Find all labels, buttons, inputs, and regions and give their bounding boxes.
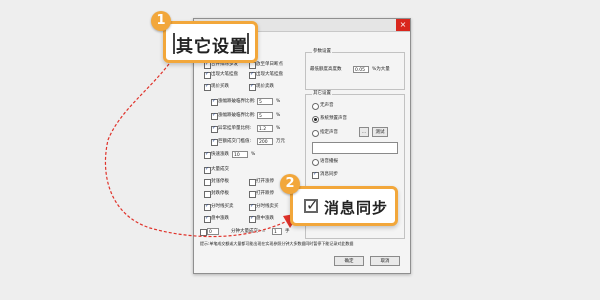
param-input[interactable]: 5 — [257, 112, 273, 119]
checkbox-param1[interactable] — [211, 99, 218, 106]
sound-path-field[interactable] — [312, 142, 398, 154]
checkbox-open-limit-down[interactable] — [249, 191, 256, 198]
param-input[interactable]: 200 — [257, 138, 273, 145]
ok-button[interactable]: 确定 — [334, 256, 364, 266]
divider — [173, 33, 175, 54]
option-label: 封跌停板 — [211, 191, 229, 196]
volume-unit: 手 — [285, 229, 290, 234]
option-label: 出现大笔挂盘 — [211, 72, 238, 77]
test-button[interactable]: 测试 — [372, 127, 388, 137]
checkbox-icon: ✓ — [304, 196, 319, 214]
minute-input[interactable]: 0 — [207, 228, 219, 235]
radio-label: 系统预置声音 — [320, 116, 347, 121]
radio-label: 指定声音 — [320, 130, 338, 135]
group-title: 参数设置 — [312, 49, 332, 55]
checkbox-sync[interactable] — [312, 172, 319, 179]
param-unit: % — [276, 113, 281, 118]
option-label: 现价卖跌 — [256, 84, 274, 89]
option-label: 盘中涨跌 — [256, 216, 274, 221]
checkbox-big-order-1[interactable] — [204, 72, 211, 79]
option-label: 封涨停板 — [211, 179, 229, 184]
radio-label: 无声音 — [320, 103, 334, 108]
checkbox-big-order-2[interactable] — [249, 72, 256, 79]
checkbox-open-limit-up[interactable] — [249, 179, 256, 186]
checkbox-midday-1[interactable] — [204, 216, 211, 223]
threshold-unit: %为大量 — [372, 67, 390, 72]
browse-button[interactable]: ... — [359, 127, 369, 137]
checkbox-limit-up[interactable] — [204, 179, 211, 186]
param-unit: % — [276, 126, 281, 131]
radio-label: 语音播报 — [320, 159, 338, 164]
cancel-button[interactable]: 取消 — [370, 256, 400, 266]
checkbox-big-trade[interactable] — [204, 167, 211, 174]
option-label: 打开涨停 — [256, 179, 274, 184]
speed-input[interactable]: 10 — [232, 151, 248, 158]
minute-label: 分钟大量成交>= — [231, 229, 266, 234]
callout-title: 消息同步 — [324, 199, 389, 217]
option-label: 分时线买卖 — [211, 204, 234, 209]
checkbox-param2[interactable] — [211, 113, 218, 120]
callout-message-sync: ✓ 消息同步 — [290, 186, 398, 226]
threshold-input[interactable]: 0.05 — [353, 66, 369, 73]
divider — [247, 33, 249, 54]
option-label: 盘中涨跌 — [211, 216, 229, 221]
big-trade-label: 大量成交 — [211, 167, 229, 172]
option-label: 分时线卖买 — [256, 204, 279, 209]
param-label: 异常挂单量比例: — [218, 126, 252, 131]
checkbox-buy-drop[interactable] — [204, 84, 211, 91]
checkbox-sell-drop[interactable] — [249, 84, 256, 91]
step-badge-2: 2 — [280, 174, 300, 194]
threshold-label: 最低额度高度数 — [310, 67, 342, 72]
param-label: 巨额成交门槛值: — [218, 139, 252, 144]
radio-voice[interactable] — [312, 159, 319, 166]
callout-title: 其它设置 — [176, 37, 248, 57]
checkbox-midday-2[interactable] — [249, 216, 256, 223]
checkbox-opt1[interactable] — [204, 62, 211, 69]
checkbox-opt2[interactable] — [249, 62, 256, 69]
checkbox-param4[interactable] — [211, 139, 218, 146]
param-unit: % — [276, 99, 281, 104]
param-input[interactable]: 5 — [257, 98, 273, 105]
sync-label: 消息同步 — [320, 172, 338, 177]
checkbox-speed[interactable] — [204, 152, 211, 159]
radio-custom-sound[interactable] — [312, 130, 319, 137]
param-unit: 万元 — [276, 139, 285, 144]
option-label: 放至单日断点 — [256, 62, 283, 67]
checkbox-minute-volume[interactable] — [200, 229, 207, 236]
checkbox-intraday-1[interactable] — [204, 204, 211, 211]
option-label: 出现大笔挂盘 — [256, 72, 283, 77]
volume-input[interactable]: 1 — [272, 228, 282, 235]
checkbox-param3[interactable] — [211, 126, 218, 133]
speed-label: 快速涨跌 — [211, 152, 229, 157]
footer-hint: 提示:单笔成交额或大量都可能出现在实现参照分钟大多数据同时暂停下能记录对此数据 — [200, 241, 354, 246]
speed-unit: % — [251, 152, 256, 157]
close-icon[interactable]: × — [396, 19, 410, 31]
step-badge-1: 1 — [151, 11, 171, 31]
checkbox-limit-down[interactable] — [204, 191, 211, 198]
group-title: 其它设置 — [312, 91, 332, 97]
option-label: 打开跌停 — [256, 191, 274, 196]
callout-other-settings: 其它设置 — [163, 21, 258, 63]
param-label: 涨幅跌破临界比例: — [218, 113, 256, 118]
option-label: 现价买跌 — [211, 84, 229, 89]
param-label: 涨幅跌破临界比例: — [218, 99, 256, 104]
radio-no-sound[interactable] — [312, 103, 319, 110]
checkbox-intraday-2[interactable] — [249, 204, 256, 211]
radio-system-sound[interactable] — [312, 116, 319, 123]
param-input[interactable]: 1.2 — [257, 125, 273, 132]
